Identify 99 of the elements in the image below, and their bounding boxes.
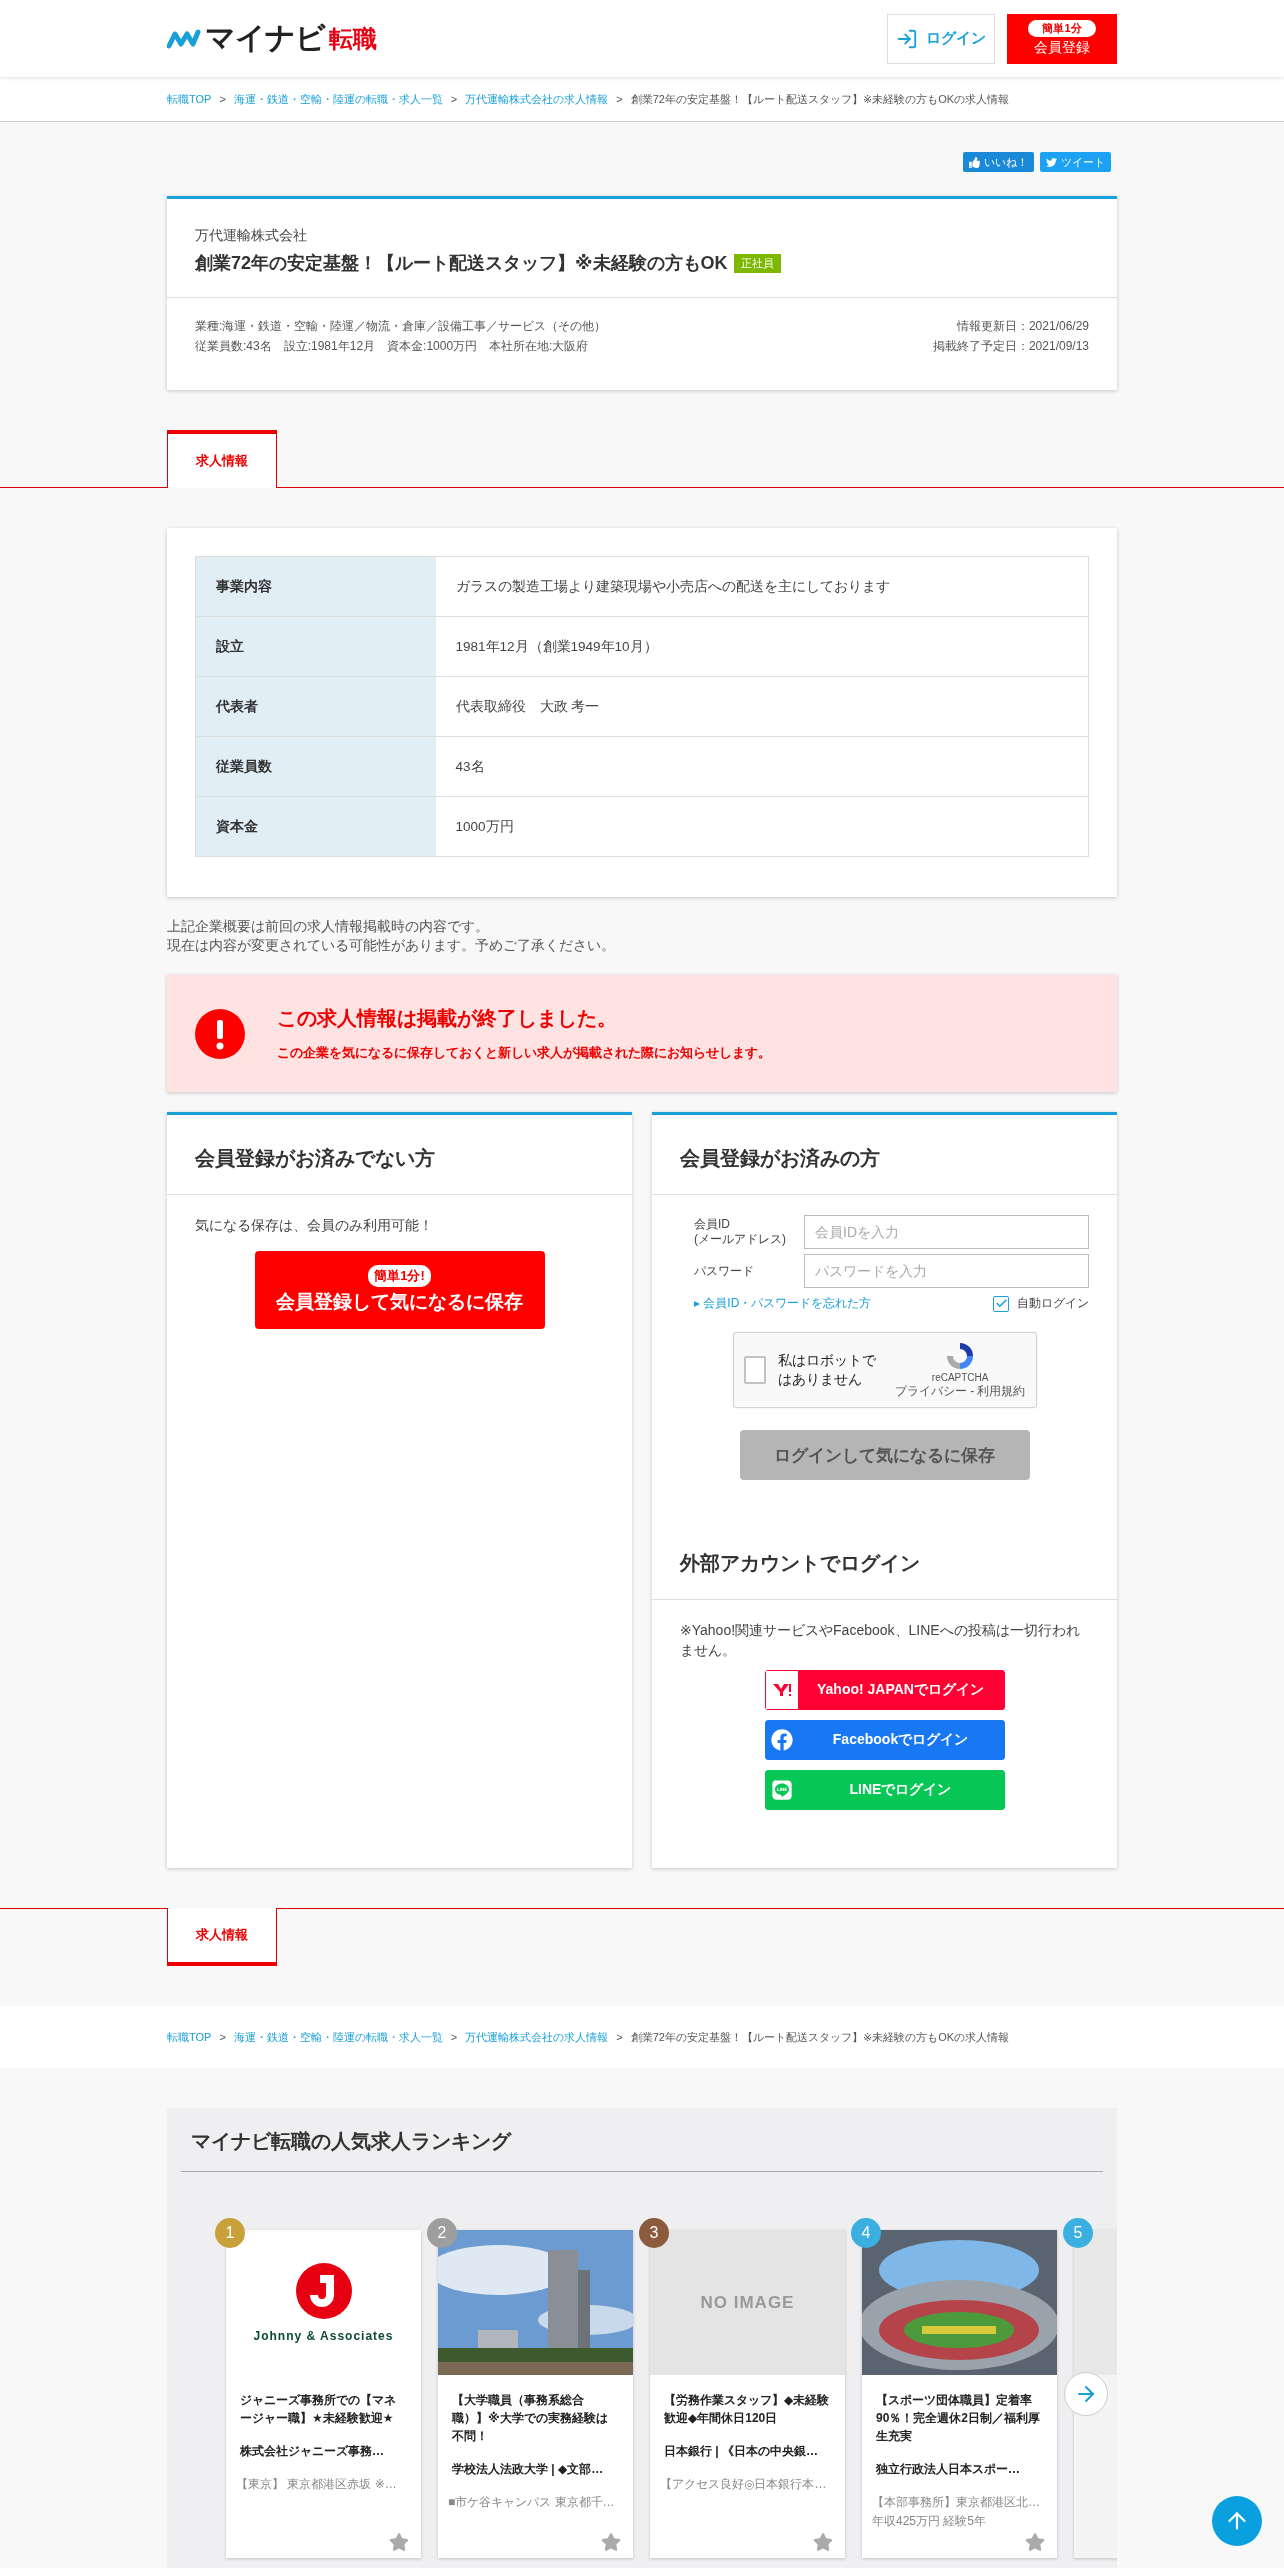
logo-subtext: 転職 <box>329 23 377 54</box>
login-button[interactable]: ログイン <box>887 13 995 64</box>
checkbox[interactable] <box>993 1295 1009 1312</box>
panel-title: 会員登録がお済みでない方 <box>167 1115 632 1195</box>
field-label: パスワード <box>694 1263 755 1279</box>
breadcrumb-current[interactable]: 創業72年の安定基盤！【ルート配送スタッフ】※未経験の方もOKの求人情報 <box>630 91 1010 107</box>
job-title: 【スポーツ団体職員】定着率90％！完全週休2日制／福利厚生充実 <box>876 2392 1042 2445</box>
social-login-button[interactable]: Yahoo! JAPANでログイン <box>764 1670 1005 1710</box>
like-button[interactable]: いいね！ <box>963 152 1034 172</box>
table-cell: ガラスの製造工場より建築現場や小売店への配送を主にしております <box>435 556 1089 617</box>
company-name: 独立行政法人日本スポー… <box>876 2461 1021 2478</box>
bird-icon <box>1046 156 1057 168</box>
thumbs-up-icon <box>969 156 980 168</box>
register-badge: 簡単1分 <box>1028 20 1096 37</box>
panel-title: 会員登録がお済みの方 <box>652 1115 1117 1195</box>
tweet-button[interactable]: ツイート <box>1040 152 1111 172</box>
rank-badge: 2 <box>427 2218 457 2248</box>
captcha-label: 私はロボットではありません <box>777 1351 877 1389</box>
social-login-button[interactable]: Facebookでログイン <box>764 1720 1005 1760</box>
tab[interactable]: 求人情報 <box>167 1908 277 1966</box>
star-icon[interactable] <box>813 2532 833 2552</box>
star-icon[interactable] <box>1025 2532 1045 2552</box>
no-image-text: NO IMAGE <box>700 2292 795 2313</box>
scroll-top-button[interactable] <box>1212 2496 1262 2546</box>
logo-text: Johnny & Associates <box>253 2328 394 2343</box>
logo-icon <box>295 2262 352 2319</box>
table-header: 事業内容 <box>195 556 436 617</box>
notice-title: この求人情報は掲載が終了しました。 <box>277 1006 618 1031</box>
star-icon[interactable] <box>601 2532 621 2552</box>
star-icon[interactable] <box>389 2532 409 2552</box>
breadcrumb-link[interactable]: 海運・鉄道・空輸・陸運の転職・求人一覧 <box>233 91 443 107</box>
job-meta: 業種:海運・鉄道・空輸・陸運／物流・倉庫／設備工事／サービス（その他） <box>195 318 607 335</box>
breadcrumb-current[interactable]: 創業72年の安定基盤！【ルート配送スタッフ】※未経験の方もOKの求人情報 <box>630 2029 1010 2045</box>
breadcrumb-link[interactable]: 転職TOP <box>167 91 212 107</box>
field-label: 会員ID (メールアドレス) <box>694 1217 787 1247</box>
job-detail: 【本部事務所】東京都港区北… <box>872 2494 1041 2511</box>
register-save-button[interactable]: 簡単1分! 会員登録して気になるに保存 <box>254 1251 545 1329</box>
job-title: 創業72年の安定基盤！【ルート配送スタッフ】※未経験の方もOK <box>195 252 728 275</box>
job-title: 【大学職員（事務系総合職）】※大学での実務経験は不問！ <box>452 2392 609 2445</box>
rank-badge: 4 <box>851 2218 881 2248</box>
job-detail: ■市ケ谷キャンパス 東京都千… <box>448 2494 616 2511</box>
note-text: 上記企業概要は前回の求人情報掲載時の内容です。 現在は内容が変更されている可能性があります。予めご了承ください。 <box>167 918 616 955</box>
rank-badge: 3 <box>639 2218 669 2248</box>
breadcrumb-link[interactable]: 万代運輸株式会社の求人情報 <box>465 2029 609 2045</box>
table-cell: 1981年12月（創業1949年10月） <box>435 616 1089 677</box>
date-text: 情報更新日：2021/06/29 <box>956 318 1089 335</box>
breadcrumb-link[interactable]: 万代運輸株式会社の求人情報 <box>465 91 609 107</box>
table-header: 資本金 <box>195 796 436 857</box>
login-icon <box>896 27 918 50</box>
notice-text: この企業を気になるに保存しておくと新しい求人が掲載された際にお知らせします。 <box>277 1044 771 1062</box>
password-field[interactable]: パスワードを入力 <box>804 1254 1089 1288</box>
job-meta: 従業員数:43名 設立:1981年12月 資本金:1000万円 本社所在地:大阪府 <box>195 338 589 355</box>
forgot-link[interactable]: ▸ 会員ID・パスワードを忘れた方 <box>694 1295 872 1312</box>
captcha-links[interactable]: プライバシー - 利用規約 <box>894 1383 1026 1400</box>
table-cell: 1000万円 <box>435 796 1089 857</box>
date-text: 掲載終了予定日：2021/09/13 <box>932 338 1089 355</box>
id-field[interactable]: 会員IDを入力 <box>804 1215 1089 1249</box>
rank-badge: 5 <box>1063 2218 1093 2248</box>
company-name: 学校法人法政大学 | ◆文部… <box>452 2461 605 2478</box>
section-title: マイナビ転職の人気求人ランキング <box>181 2128 1103 2172</box>
breadcrumb-separator: > <box>450 93 458 105</box>
yahoo-icon <box>765 1671 798 1709</box>
breadcrumb-separator: > <box>616 2031 623 2043</box>
breadcrumb-link[interactable]: 転職TOP <box>167 2029 212 2045</box>
next-button[interactable] <box>1064 2372 1108 2416</box>
logo-text: マイナビ <box>205 20 325 56</box>
job-detail: 【アクセス良好◎日本銀行本… <box>660 2476 828 2493</box>
company-name: 日本銀行 | 《日本の中央銀… <box>664 2443 820 2460</box>
company-name: 株式会社ジャニーズ事務… <box>240 2443 385 2460</box>
social-login-button[interactable]: LINEでログイン <box>764 1770 1005 1810</box>
tab[interactable]: 求人情報 <box>167 430 277 488</box>
panel-text: ※Yahoo!関連サービスやFacebook、LINEへの投稿は一切行われません。 <box>680 1621 1081 1660</box>
table-header: 従業員数 <box>195 736 436 797</box>
employment-tag: 正社員 <box>733 253 781 273</box>
site-logo[interactable]: マイナビ転職 <box>167 18 377 59</box>
checkbox-label: 自動ログイン <box>1017 1295 1089 1312</box>
job-detail: 年収425万円 経験5年 <box>872 2513 988 2530</box>
table-header: 代表者 <box>195 676 436 737</box>
register-button[interactable]: 簡単1分 会員登録 <box>1007 13 1117 64</box>
captcha-brand: reCAPTCHA <box>931 1372 989 1383</box>
captcha-checkbox[interactable] <box>743 1356 766 1384</box>
breadcrumb-separator: > <box>219 2031 226 2043</box>
table-cell: 43名 <box>435 736 1089 797</box>
rank-badge: 1 <box>215 2218 245 2248</box>
panel-text: 気になる保存は、会員のみ利用可能！ <box>195 1216 434 1235</box>
job-title: ジャニーズ事務所での【マネージャー職】★未経験歓迎★ <box>240 2392 397 2427</box>
alert-icon <box>195 1008 245 1059</box>
company-name: 万代運輸株式会社 <box>195 227 308 245</box>
breadcrumb-separator: > <box>616 93 623 105</box>
logo-icon <box>167 27 201 50</box>
breadcrumb-separator: > <box>450 2031 458 2043</box>
table-cell: 代表取締役 大政 考一 <box>435 676 1089 737</box>
quick-badge: 簡単1分! <box>368 1265 431 1287</box>
job-detail: 【東京】 東京都港区赤坂 ※… <box>236 2476 398 2493</box>
breadcrumb-separator: > <box>219 93 226 105</box>
panel-title: 外部アカウントでログイン <box>652 1500 1117 1600</box>
job-title: 【労務作業スタッフ】◆未経験歓迎◆年間休日120日 <box>664 2392 831 2427</box>
breadcrumb-link[interactable]: 海運・鉄道・空輸・陸運の転職・求人一覧 <box>233 2029 443 2045</box>
table-header: 設立 <box>195 616 436 677</box>
